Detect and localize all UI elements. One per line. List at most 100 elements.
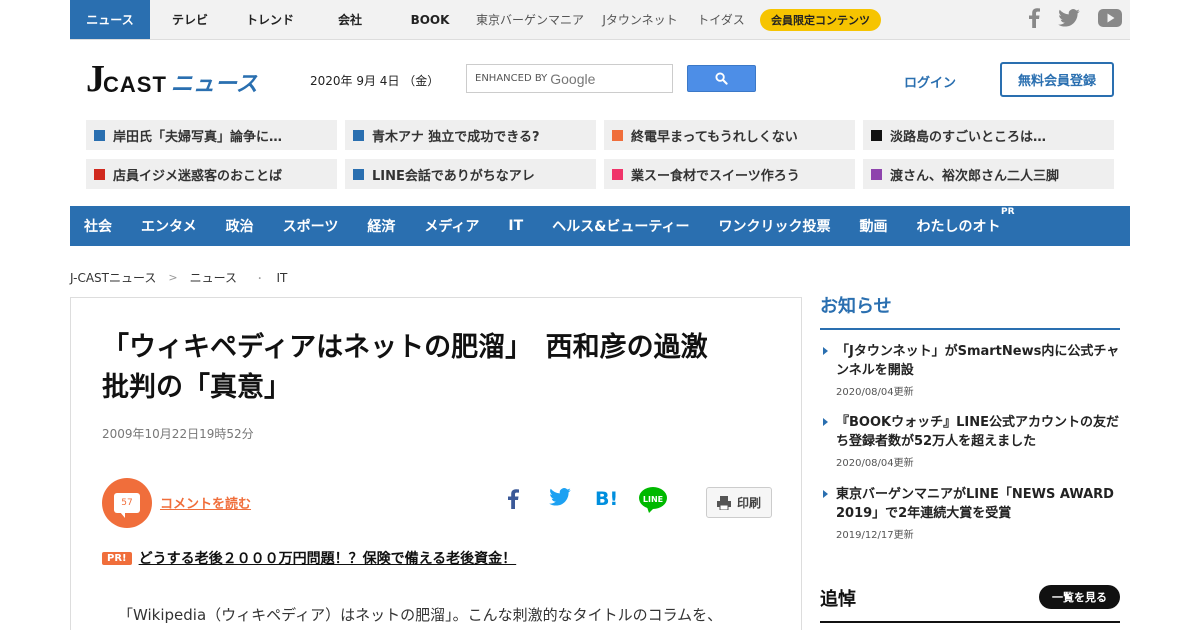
register-button[interactable]: 無料会員登録 [1000, 62, 1114, 97]
share-facebook-icon[interactable] [507, 488, 519, 510]
topic-item[interactable]: 淡路島のすごいところは… [863, 120, 1114, 150]
see-all-button[interactable]: 一覧を見る [1039, 585, 1120, 609]
category-label: エンタメ [141, 219, 197, 235]
topnav-item-bargain[interactable]: 東京バーゲンマニア [470, 0, 590, 39]
topic-item[interactable]: 業スー食材でスイーツ作ろう [604, 159, 855, 189]
share-line-icon[interactable]: LINE [638, 486, 668, 514]
youtube-icon[interactable] [1098, 9, 1122, 27]
category-label: メディア [424, 219, 480, 235]
category-label: ヘルス&ビューティー [552, 219, 690, 235]
topic-marker-icon [612, 129, 623, 141]
site-header: J CAST ニュース 2020年 9月 4日 （金） ENHANCED BY … [70, 52, 1130, 108]
search-input[interactable]: ENHANCED BY Google [466, 64, 673, 93]
article-lead: 「Wikipedia（ウィキペディア）はネットの肥溜」。こんな刺激的なタイトルの… [118, 606, 723, 624]
topic-marker-icon [871, 129, 882, 141]
members-only-button[interactable]: 会員限定コンテンツ [760, 8, 881, 31]
topic-item[interactable]: LINE会話でありがちなアレ [345, 159, 596, 189]
notice-item-title: 東京バーゲンマニアがLINE「NEWS AWARD 2019」で2年連続大賞を受… [820, 485, 1120, 523]
breadcrumb-separator: ･ [257, 271, 263, 285]
topic-label: 終電早まってもうれしくない [631, 129, 798, 145]
category-label: わたしのオト [916, 219, 1001, 235]
topic-item[interactable]: 店員イジメ迷惑客のおことば [86, 159, 337, 189]
category-item[interactable]: 社会 [84, 216, 112, 236]
comment-bubble-icon[interactable]: 57 [102, 478, 152, 528]
article: 「ウィキペディアはネットの肥溜」 西和彦の過激 批判の「真意」 2009年10月… [70, 297, 802, 630]
topic-item[interactable]: 青木アナ 独立で成功できる? [345, 120, 596, 150]
twitter-icon[interactable] [1058, 9, 1080, 27]
category-label: 経済 [367, 219, 396, 235]
top-bar: ニュース テレビ トレンド 会社 BOOK 東京バーゲンマニア Jタウンネット … [70, 0, 1130, 40]
topic-marker-icon [94, 168, 105, 180]
notice-divider [820, 328, 1120, 330]
pr-text: どうする老後２０００万円問題！？保険で備える老後資金！ [138, 551, 517, 567]
topnav-item-jtown[interactable]: Jタウンネット [590, 0, 690, 39]
printer-icon [716, 495, 731, 510]
login-link[interactable]: ログイン [904, 72, 956, 91]
topnav-item-toidas[interactable]: トイダス [690, 0, 752, 39]
read-comments-link[interactable]: コメントを読む [160, 493, 251, 512]
topic-item[interactable]: 終電早まってもうれしくない [604, 120, 855, 150]
category-item[interactable]: ヘルス&ビューティー [552, 216, 689, 236]
memorial-section: 追悼 一覧を見る [820, 585, 1120, 623]
topic-label: 淡路島のすごいところは… [890, 129, 1047, 145]
memorial-divider [820, 621, 1120, 623]
pr-banner[interactable]: PR! どうする老後２０００万円問題！？保険で備える老後資金！ [102, 548, 516, 568]
topic-marker-icon [871, 168, 882, 180]
topic-marker-icon [353, 168, 364, 180]
breadcrumb-item-news[interactable]: ニュース [190, 269, 237, 286]
notice-item[interactable]: 東京バーゲンマニアがLINE「NEWS AWARD 2019」で2年連続大賞を受… [820, 485, 1120, 541]
category-item[interactable]: ワンクリック投票 [719, 216, 831, 236]
category-item[interactable]: わたしのオト PR [916, 207, 1015, 236]
category-item[interactable]: スポーツ [283, 216, 339, 236]
notice-section: お知らせ [820, 292, 1120, 330]
search-button[interactable] [687, 65, 756, 92]
facebook-icon[interactable] [1028, 8, 1040, 28]
topic-marker-icon [612, 168, 623, 180]
topic-marker-icon [353, 129, 364, 141]
site-logo[interactable]: J CAST ニュース [86, 60, 258, 98]
notice-list: 「Jタウンネット」がSmartNews内に公式チャンネルを開設 2020/08/0… [820, 342, 1120, 542]
notice-item[interactable]: 『BOOKウォッチ』LINE公式アカウントの友だち登録者数が52万人を超えました… [820, 413, 1120, 469]
notice-item[interactable]: 「Jタウンネット」がSmartNews内に公式チャンネルを開設 2020/08/0… [820, 342, 1120, 398]
topnav-item-company[interactable]: 会社 [310, 0, 390, 39]
svg-text:LINE: LINE [643, 495, 663, 504]
breadcrumb-separator: > [168, 271, 178, 284]
topnav-item-trend[interactable]: トレンド [230, 0, 310, 39]
category-label: 動画 [859, 219, 888, 235]
notice-item-title: 『BOOKウォッチ』LINE公式アカウントの友だち登録者数が52万人を超えました [820, 413, 1120, 451]
breadcrumb-item-it[interactable]: IT [277, 271, 288, 285]
topic-label: LINE会話でありがちなアレ [372, 168, 535, 184]
topic-marker-icon [94, 129, 105, 141]
category-item[interactable]: メディア [424, 216, 479, 236]
search-icon [715, 72, 728, 85]
topnav-item-tv[interactable]: テレビ [150, 0, 230, 39]
breadcrumb-item-home[interactable]: J-CASTニュース [70, 269, 156, 286]
share-twitter-icon[interactable] [549, 488, 571, 506]
topnav-item-news[interactable]: ニュース [70, 0, 150, 39]
print-button[interactable]: 印刷 [706, 487, 772, 518]
category-item[interactable]: 経済 [367, 216, 395, 236]
logo-news: ニュース [170, 72, 258, 97]
notice-title: お知らせ [820, 296, 892, 317]
topic-grid: 岸田氏「夫婦写真」論争に… 青木アナ 独立で成功できる? 終電早まってもうれしくない… [86, 120, 1114, 189]
search-brand: Google [550, 70, 596, 87]
topnav-item-book[interactable]: BOOK [390, 0, 470, 39]
top-nav: ニュース テレビ トレンド 会社 BOOK 東京バーゲンマニア Jタウンネット … [70, 0, 881, 39]
notice-item-updated: 2020/08/04更新 [836, 458, 914, 469]
pr-tag: PR! [102, 551, 132, 565]
share-hatena-icon[interactable]: B! [595, 488, 617, 508]
topic-item[interactable]: 岸田氏「夫婦写真」論争に… [86, 120, 337, 150]
category-item[interactable]: 政治 [226, 216, 254, 236]
category-item[interactable]: 動画 [860, 216, 888, 236]
category-label: 社会 [84, 219, 112, 235]
article-title-line2: 批判の「真意」 [102, 372, 291, 403]
article-date: 2009年10月22日19時52分 [102, 427, 254, 441]
comment-count: 57 [114, 493, 140, 518]
category-label: ワンクリック投票 [718, 219, 831, 235]
print-label: 印刷 [736, 496, 761, 510]
category-item[interactable]: エンタメ [141, 216, 197, 236]
category-item[interactable]: IT [508, 218, 523, 234]
topic-item[interactable]: 渡さん、裕次郎さん二人三脚 [863, 159, 1114, 189]
breadcrumb: J-CASTニュース > ニュース ･ IT [70, 269, 1130, 286]
current-date: 2020年 9月 4日 （金） [310, 74, 440, 88]
